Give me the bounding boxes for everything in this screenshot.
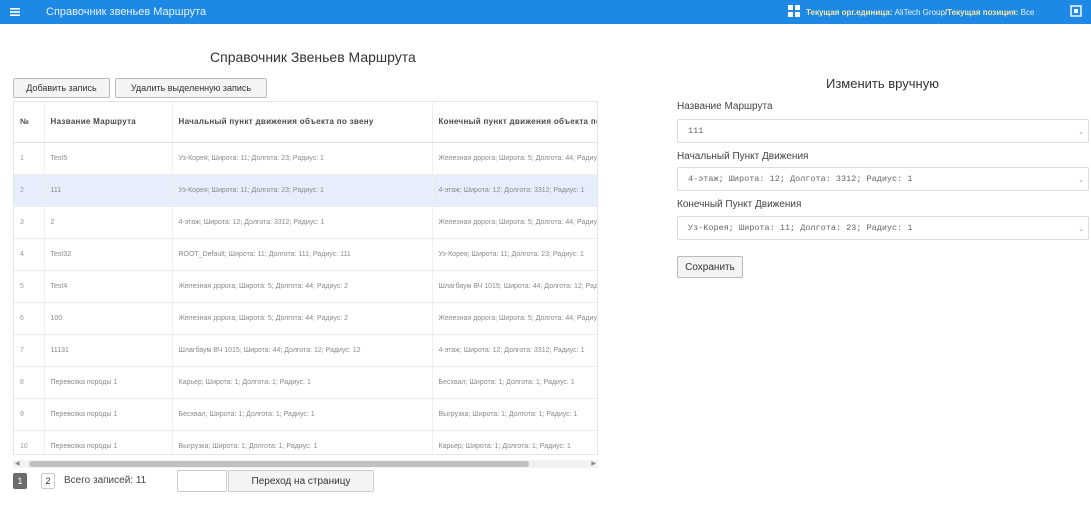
cell-number: 8 — [14, 366, 45, 399]
cell-start-point: Выгрузка; Широта: 1; Долгота: 1; Радиус:… — [172, 430, 433, 454]
cell-route-name: 2 — [44, 206, 173, 239]
column-header-start-point[interactable]: Начальный пункт движения объекта по звен… — [172, 102, 433, 143]
route-name-select[interactable]: 111 ⌄ — [677, 119, 1089, 143]
cell-route-name: 11131 — [44, 334, 173, 367]
chevron-down-icon: ⌄ — [1078, 176, 1084, 184]
org-info: Текущая орг.единица: AliTech Group / Тек… — [806, 0, 1034, 24]
delete-selected-button[interactable]: Удалить выделенную запись — [115, 78, 267, 98]
page-1-button[interactable]: 1 — [13, 473, 27, 489]
cell-start-point: Железная дорога; Широта: 5; Долгота: 44;… — [172, 270, 433, 303]
end-point-label: Конечный Пункт Движения — [677, 199, 802, 210]
start-point-value: 4-этаж; Широта: 12; Долгота: 3312; Радиу… — [688, 174, 913, 184]
cell-start-point: ROOT_Default; Широта: 11; Долгота: 111; … — [172, 238, 433, 271]
cell-end-point: 4-этаж; Широта: 12; Долгота: 3312; Радиу… — [432, 174, 597, 207]
exit-icon[interactable] — [1070, 5, 1082, 20]
cell-end-point: Железная дорога; Широта: 5; Долгота: 44;… — [432, 302, 597, 335]
page-2-button[interactable]: 2 — [41, 473, 55, 489]
table-row[interactable]: 8 Перевозка породы 1 Карьер; Широта: 1; До… — [14, 366, 597, 399]
cell-number: 2 — [14, 174, 45, 207]
scroll-left-icon[interactable]: ◀ — [15, 461, 20, 467]
cell-start-point: Железная дорога; Широта: 5; Долгота: 44;… — [172, 302, 433, 335]
cell-end-point: Уз-Корея; Широта: 11; Долгота: 23; Радиу… — [432, 238, 597, 271]
route-name-label: Название Маршрута — [677, 101, 773, 112]
column-header-route-name[interactable]: Название Маршрута — [44, 102, 173, 143]
cell-route-name: Перевозка породы 1 — [44, 366, 173, 399]
total-records: Всего записей: 11 — [64, 475, 147, 486]
cell-end-point: 4-этаж; Широта: 12; Долгота: 3312; Радиу… — [432, 334, 597, 367]
cell-route-name: 111 — [44, 174, 173, 207]
cell-number: 3 — [14, 206, 45, 239]
cell-number: 6 — [14, 302, 45, 335]
cell-route-name: Перевозка породы 1 — [44, 430, 173, 454]
page-title: Справочник Звеньев Маршрута — [210, 49, 416, 65]
cell-route-name: 100 — [44, 302, 173, 335]
cell-start-point: 4-этаж; Широта: 12; Долгота: 3312; Радиу… — [172, 206, 433, 239]
route-name-value: 111 — [688, 126, 704, 136]
edit-panel-title: Изменить вручную — [826, 76, 939, 91]
cell-number: 5 — [14, 270, 45, 303]
cell-end-point: Выгрузка; Широта: 1; Долгота: 1; Радиус:… — [432, 398, 597, 431]
user-label: Текущая позиция: — [947, 7, 1019, 17]
cell-end-point: Бесхвал; Широта: 1; Долгота: 1; Радиус: … — [432, 366, 597, 399]
cell-number: 7 — [14, 334, 45, 367]
apps-grid-icon[interactable] — [788, 5, 800, 20]
cell-end-point: Железная дорога; Широта: 5; Долгота: 44;… — [432, 142, 597, 175]
cell-start-point: Уз-Корея; Широта: 11; Долгота: 23; Радиу… — [172, 174, 433, 207]
scroll-right-icon[interactable]: ▶ — [591, 461, 596, 467]
cell-route-name: Test32 — [44, 238, 173, 271]
column-header-end-point[interactable]: Конечный пункт движения объекта по звену — [432, 102, 597, 143]
table-row[interactable]: 7 11131 Шлагбаум ВЧ 1015; Широта: 44; Долг… — [14, 334, 597, 367]
end-point-value: Уз-Корея; Широта: 11; Долгота: 23; Радиу… — [688, 223, 913, 233]
scrollbar-thumb[interactable] — [29, 461, 529, 467]
cell-number: 4 — [14, 238, 45, 271]
cell-end-point: Карьер; Широта: 1; Долгота: 1; Радиус: 1 — [432, 430, 597, 454]
chevron-down-icon: ⌄ — [1078, 128, 1084, 136]
table-row[interactable]: 5 Test4 Железная дорога; Широта: 5; Долгот… — [14, 270, 597, 303]
start-point-label: Начальный Пункт Движения — [677, 151, 809, 162]
cell-start-point: Карьер; Широта: 1; Долгота: 1; Радиус: 1 — [172, 366, 433, 399]
cell-start-point: Бесхвал; Широта: 1; Долгота: 1; Радиус: … — [172, 398, 433, 431]
end-point-select[interactable]: Уз-Корея; Широта: 11; Долгота: 23; Радиу… — [677, 216, 1089, 240]
user-value: Все — [1020, 7, 1035, 17]
cell-start-point: Шлагбаум ВЧ 1015; Широта: 44; Долгота: 1… — [172, 334, 433, 367]
page-number-input[interactable] — [177, 470, 227, 492]
table-row[interactable]: 10 Перевозка породы 1 Выгрузка; Широта: 1;… — [14, 430, 597, 454]
table-row[interactable]: 1 Test5 Уз-Корея; Широта: 11; Долгота: 23;… — [14, 142, 597, 175]
table-row[interactable]: 2 111 Уз-Корея; Широта: 11; Долгота: 23; Р… — [14, 174, 597, 207]
cell-end-point: Железная дорога; Широта: 5; Долгота: 44;… — [432, 206, 597, 239]
chevron-down-icon: ⌄ — [1078, 225, 1084, 233]
cell-number: 1 — [14, 142, 45, 175]
cell-start-point: Уз-Корея; Широта: 11; Долгота: 23; Радиу… — [172, 142, 433, 175]
table-header-row: № Название Маршрута Начальный пункт движ… — [14, 102, 597, 143]
table-row[interactable]: 4 Test32 ROOT_Default; Широта: 11; Долгота… — [14, 238, 597, 271]
add-record-button[interactable]: Добавить запись — [13, 78, 110, 98]
start-point-select[interactable]: 4-этаж; Широта: 12; Долгота: 3312; Радиу… — [677, 167, 1089, 191]
table-row[interactable]: 3 2 4-этаж; Широта: 12; Долгота: 3312; Рад… — [14, 206, 597, 239]
column-header-number[interactable]: № — [14, 102, 45, 143]
cell-route-name: Перевозка породы 1 — [44, 398, 173, 431]
cell-number: 9 — [14, 398, 45, 431]
table-row[interactable]: 9 Перевозка породы 1 Бесхвал; Широта: 1; Д… — [14, 398, 597, 431]
org-value: AliTech Group — [894, 7, 945, 17]
top-app-bar: Справочник звеньев Маршрута Текущая орг.… — [0, 0, 1091, 24]
app-title: Справочник звеньев Маршрута — [46, 6, 207, 18]
horizontal-scrollbar[interactable]: ◀ ▶ — [13, 460, 598, 468]
org-label: Текущая орг.единица: — [806, 7, 893, 17]
table-row[interactable]: 6 100 Железная дорога; Широта: 5; Долгота:… — [14, 302, 597, 335]
cell-end-point: Шлагбаум ВЧ 1015; Широта: 44; Долгота: 1… — [432, 270, 597, 303]
routes-table: № Название Маршрута Начальный пункт движ… — [13, 101, 598, 455]
goto-page-button[interactable]: Переход на страницу — [228, 470, 374, 492]
hamburger-menu-icon[interactable] — [4, 0, 26, 24]
cell-route-name: Test4 — [44, 270, 173, 303]
cell-route-name: Test5 — [44, 142, 173, 175]
cell-number: 10 — [14, 430, 45, 454]
save-button[interactable]: Сохранить — [677, 256, 743, 278]
